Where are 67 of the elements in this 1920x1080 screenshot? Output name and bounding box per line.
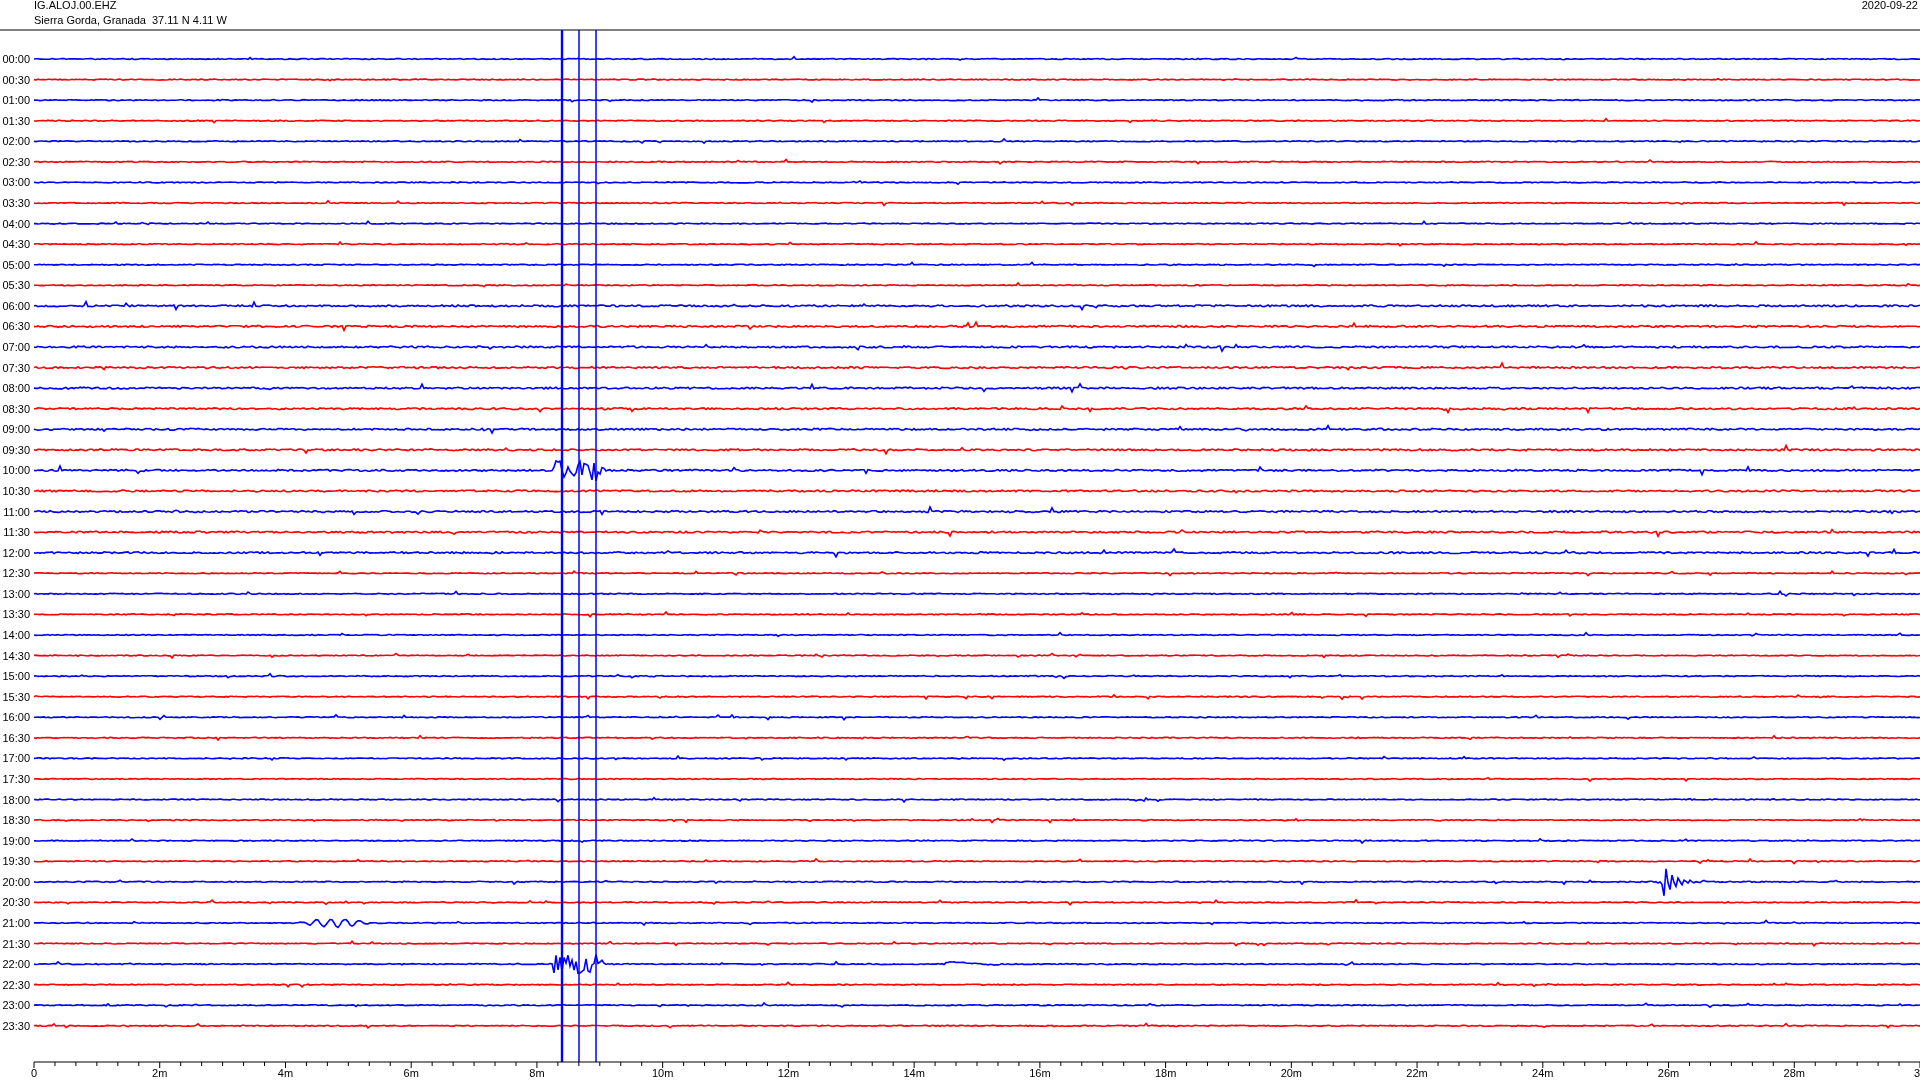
trace-time-label: 23:30 [2,1019,30,1032]
trace-time-label: 01:00 [2,94,30,107]
trace-time-label: 04:00 [2,217,30,230]
axis-tick-label: 20m [1280,1067,1303,1079]
trace-time-label: 00:00 [2,53,30,65]
trace-time-label: 19:00 [2,834,30,847]
trace-time-label: 07:30 [2,361,30,374]
trace-time-label: 03:30 [2,197,30,209]
trace-time-label: 05:00 [2,258,30,271]
axis-tick-label: 6m [403,1067,419,1079]
trace-time-label: 19:30 [2,855,30,868]
trace-time-label: 02:30 [2,155,30,168]
trace-time-label: 18:30 [2,814,30,827]
axis-tick-label: 2m [152,1067,168,1079]
trace-time-label: 11:30 [3,526,30,539]
trace-time-label: 22:30 [2,978,30,991]
trace-time-label: 13:30 [2,608,30,621]
trace-time-label: 17:30 [2,772,30,785]
trace-time-label: 14:00 [2,628,30,641]
trace-time-label: 09:00 [2,423,30,436]
axis-tick-label: 16m [1029,1067,1051,1079]
trace-time-label: 12:00 [2,546,30,559]
trace-time-label: 23:00 [2,999,30,1012]
date-label: 2020-09-22 [1861,0,1918,11]
trace-time-label: 10:30 [2,484,30,497]
trace-time-label: 09:30 [2,443,30,456]
trace-time-label: 08:00 [2,382,30,395]
trace-time-label: 15:00 [2,670,30,683]
trace-time-label: 08:30 [2,402,30,415]
trace-time-label: 11:00 [3,505,30,518]
trace-time-label: 03:00 [2,176,30,189]
trace-time-label: 13:00 [2,587,30,600]
trace-time-label: 14:30 [2,649,30,662]
trace-time-label: 12:30 [2,567,30,580]
trace-time-label: 22:00 [2,958,30,971]
trace-time-label: 20:30 [2,896,30,909]
station-location: Sierra Gorda, Granada 37.11 N 4.11 W [34,14,227,26]
trace-time-label: 01:30 [2,114,30,127]
trace-time-label: 16:30 [2,731,30,744]
trace-time-label: 21:00 [2,916,30,929]
axis-tick-label: 12m [777,1067,800,1079]
axis-tick-label: 14m [903,1067,925,1079]
trace-time-label: 18:00 [2,793,30,806]
trace-time-label: 07:00 [2,341,30,353]
axis-tick-label: 24m [1532,1067,1554,1079]
station-code: IG.ALOJ.00.EHZ [34,0,117,11]
axis-tick-label: 26m [1657,1067,1680,1079]
trace-time-label: 06:30 [2,320,30,333]
trace-time-label: 17:00 [2,752,30,765]
axis-tick-label: 3 [1914,1067,1920,1079]
axis-tick-label: 8m [529,1067,545,1079]
trace-time-label: 04:30 [2,238,30,251]
trace-time-label: 16:00 [2,711,30,724]
trace-time-label: 05:30 [2,279,30,292]
axis-tick-label: 18m [1154,1067,1177,1079]
axis-tick-label: 28m [1783,1067,1805,1079]
axis-tick-label: 4m [277,1067,294,1079]
axis-tick-label: 22m [1406,1067,1428,1079]
trace-time-label: 10:00 [2,464,30,477]
trace-time-label: 00:30 [2,73,30,86]
trace-time-label: 06:00 [2,299,30,312]
trace-time-label: 20:00 [2,875,30,888]
axis-tick-label: 10m [651,1067,674,1079]
trace-time-label: 02:00 [2,135,30,148]
trace-time-label: 15:30 [2,690,30,703]
trace-time-label: 21:30 [2,937,30,950]
axis-tick-label: 0 [30,1067,38,1079]
